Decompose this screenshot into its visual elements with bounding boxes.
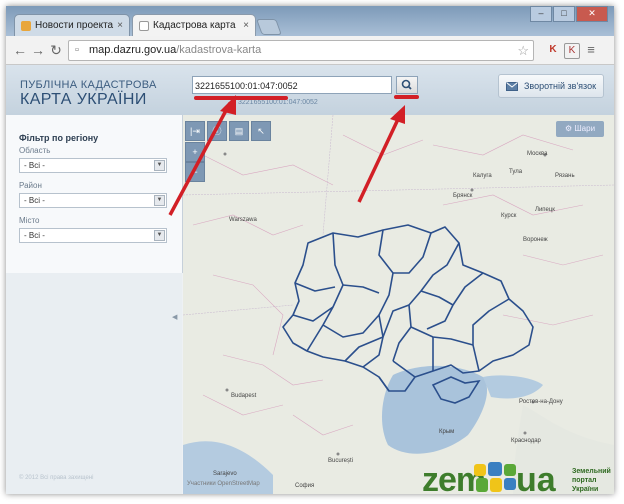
region-filter-panel: Фільтр по регіону Область - Всі - ▼ Райо… [6, 115, 183, 273]
map-label-kursk: Курск [501, 213, 517, 219]
city-label: Місто [19, 216, 40, 225]
raion-value: - Всі - [24, 196, 45, 205]
window-controls: – □ ✕ [529, 6, 608, 22]
print-icon[interactable]: ▤ [229, 121, 249, 141]
map-label-budapest: Budapest [231, 393, 257, 399]
cadastral-search-input[interactable]: 3221655100:01:047:0052 [192, 76, 392, 94]
coords-readout: 3221655100:01:047:0052 [238, 99, 318, 106]
back-button[interactable]: ← [12, 42, 28, 58]
measure-tool-icon[interactable]: |⇥ [185, 121, 205, 141]
map-label-voronezh: Воронеж [523, 237, 548, 243]
search-button[interactable] [396, 76, 418, 94]
city-value: - Всі - [24, 231, 45, 240]
map-label-bucuresti: București [328, 458, 354, 464]
map-toolbar: |⇥ ⓘ ▤ ↖ [185, 121, 273, 141]
brand-line2: КАРТА УКРАЇНИ [20, 91, 147, 108]
tab-label: Кадастрова карта [153, 20, 236, 31]
pointer-tool-icon[interactable]: ↖ [251, 121, 271, 141]
map-label-moskva: Москва [527, 151, 548, 157]
map-label-bryansk: Брянск [453, 193, 473, 199]
close-icon[interactable]: × [117, 20, 123, 31]
oblast-label: Область [19, 146, 51, 155]
city-select[interactable]: - Всі - ▼ [19, 228, 167, 243]
map-canvas[interactable]: |⇥ ⓘ ▤ ↖ + − ⚙ Шари Warszawa Москва Брян… [183, 115, 614, 494]
address-bar[interactable]: ▫ map.dazru.gov.ua/kadastrova-karta ☆ [68, 40, 534, 61]
map-label-ryazan: Рязань [555, 173, 575, 179]
info-tool-icon[interactable]: ⓘ [207, 121, 227, 141]
map-label-sofia: София [295, 483, 315, 489]
copyright-text: © 2012 Всі права захищені [19, 475, 94, 481]
logo-tagline: Земельний портал України [572, 467, 611, 494]
browser-toolbar: ← → ↻ ▫ map.dazru.gov.ua/kadastrova-kart… [6, 36, 614, 65]
zem-logo-globe-icon [474, 462, 516, 492]
ua-logo-text: ua [516, 461, 556, 494]
layers-button[interactable]: ⚙ Шари [556, 121, 604, 137]
tab-label: Новости проекта ZEM.ua [35, 20, 114, 31]
oblast-select[interactable]: - Всі - ▼ [19, 158, 167, 173]
tab-strip: Новости проекта ZEM.ua × Кадастрова карт… [6, 6, 614, 36]
sidebar-empty-area [6, 273, 182, 494]
web-page: ПУБЛІЧНА КАДАСТРОВА КАРТА УКРАЇНИ 322165… [6, 65, 614, 494]
tagline-line3: України [572, 486, 599, 493]
maximize-button[interactable]: □ [553, 6, 575, 22]
chevron-down-icon: ▼ [154, 230, 165, 241]
layers-icon: ⚙ [564, 124, 575, 133]
minimize-button[interactable]: – [530, 6, 552, 22]
tagline-line1: Земельний [572, 468, 611, 475]
oblast-value: - Всі - [24, 161, 45, 170]
brand-line1: ПУБЛІЧНА КАДАСТРОВА [20, 79, 157, 91]
tab-cadastral-map[interactable]: Кадастрова карта × [132, 14, 256, 36]
map-label-krym: Крым [439, 429, 455, 435]
page-info-icon: ▫ [75, 44, 79, 56]
new-tab-button[interactable] [256, 19, 282, 35]
filter-title: Фільтр по регіону [19, 133, 99, 143]
raion-label: Район [19, 181, 42, 190]
url-text: map.dazru.gov.ua/kadastrova-karta [89, 44, 262, 56]
extension-k-icon[interactable]: K [564, 43, 580, 59]
map-label-warszawa: Warszawa [229, 217, 257, 223]
close-icon[interactable]: × [243, 20, 249, 31]
chevron-down-icon: ▼ [154, 160, 165, 171]
tab-zem-news[interactable]: Новости проекта ZEM.ua × [14, 14, 130, 36]
map-label-lipetsk: Липецк [535, 207, 555, 213]
feedback-label: Зворотній зв'язок [523, 81, 597, 91]
page-favicon-icon [139, 20, 149, 31]
reload-button[interactable]: ↻ [48, 42, 64, 58]
layers-label: Шари [574, 124, 596, 133]
map-attribution: Участники OpenStreetMap [187, 481, 260, 487]
close-window-button[interactable]: ✕ [576, 6, 608, 22]
map-label-tula: Тула [509, 169, 523, 175]
map-label-rostov: Ростов-на-Дону [519, 399, 563, 405]
zem-favicon-icon [21, 20, 31, 31]
raion-select[interactable]: - Всі - ▼ [19, 193, 167, 208]
extension-kaspersky-icon[interactable]: K [546, 43, 560, 57]
zoom-in-button[interactable]: + [185, 142, 205, 162]
zoom-out-button[interactable]: − [185, 162, 205, 182]
browser-window: Новости проекта ZEM.ua × Кадастрова карт… [6, 6, 614, 494]
forward-button[interactable]: → [30, 42, 46, 58]
collapse-panel-icon[interactable]: ◀ [172, 313, 177, 321]
map-label-sarajevo: Sarajevo [213, 471, 237, 477]
map-label-kaluga: Калуга [473, 173, 492, 179]
feedback-button[interactable]: Зворотній зв'язок [498, 74, 604, 98]
site-header: ПУБЛІЧНА КАДАСТРОВА КАРТА УКРАЇНИ 322165… [6, 65, 614, 115]
menu-icon[interactable]: ≡ [584, 43, 598, 57]
chevron-down-icon: ▼ [154, 195, 165, 206]
tagline-line2: портал [572, 477, 597, 484]
map-base [183, 115, 614, 494]
search-icon [401, 79, 412, 90]
map-label-krasnodar: Краснодар [511, 438, 541, 444]
bookmark-star-icon[interactable]: ☆ [517, 41, 529, 60]
envelope-icon [505, 81, 518, 91]
